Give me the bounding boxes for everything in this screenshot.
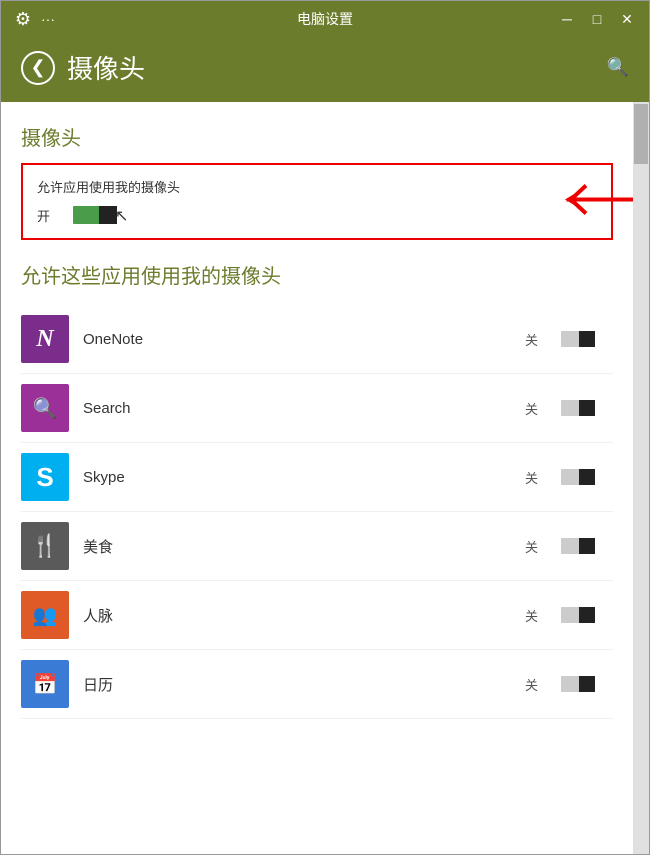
- skype-toggle[interactable]: [561, 467, 613, 487]
- people-toggle[interactable]: [561, 605, 613, 625]
- toggle-thumb: [579, 676, 595, 692]
- toggle-thumb: [579, 331, 595, 347]
- toggle-thumb: [99, 206, 117, 224]
- list-item: N OneNote 关: [21, 305, 613, 374]
- app-list: N OneNote 关 🔍 Search 关: [21, 305, 613, 719]
- title-bar-dots: ···: [41, 11, 55, 27]
- camera-toggle-box: 允许应用使用我的摄像头 开 ↖: [21, 163, 613, 240]
- header-left: ❮ 摄像头: [21, 49, 145, 86]
- app-window: ⚙ ··· 电脑设置 ─ □ ✕ ❮ 摄像头 🔍 摄像头 允许应用使用我的摄像头…: [0, 0, 650, 855]
- toggle-track: [561, 469, 595, 485]
- gear-icon: ⚙: [9, 5, 37, 33]
- toggle-thumb: [579, 538, 595, 554]
- toggle-track: [561, 538, 595, 554]
- app-status-people: 关: [525, 606, 545, 625]
- minimize-button[interactable]: ─: [553, 7, 581, 31]
- toggle-state-label: 开: [37, 206, 57, 225]
- app-status-food: 关: [525, 537, 545, 556]
- toggle-row: 开: [37, 204, 597, 226]
- app-name-food: 美食: [83, 536, 525, 557]
- close-button[interactable]: ✕: [613, 7, 641, 31]
- list-item: 🍴 美食 关: [21, 512, 613, 581]
- app-status-calendar: 关: [525, 675, 545, 694]
- toggle-track: [561, 676, 595, 692]
- back-button[interactable]: ❮: [21, 51, 55, 85]
- list-item: 🔍 Search 关: [21, 374, 613, 443]
- toggle-track: [561, 607, 595, 623]
- scrollbar-track[interactable]: [633, 102, 649, 854]
- app-status-onenote: 关: [525, 330, 545, 349]
- window-title: 电脑设置: [297, 9, 353, 29]
- content-scroll: 摄像头 允许应用使用我的摄像头 开 ↖: [1, 102, 633, 854]
- toggle-thumb: [579, 607, 595, 623]
- search-app-icon: 🔍: [21, 384, 69, 432]
- camera-section-title: 摄像头: [21, 122, 613, 151]
- toggle-box-label: 允许应用使用我的摄像头: [37, 177, 597, 196]
- list-item: 📅 日历 关: [21, 650, 613, 719]
- toggle-thumb: [579, 469, 595, 485]
- search-toggle[interactable]: [561, 398, 613, 418]
- app-name-search: Search: [83, 400, 525, 417]
- apps-section-title: 允许这些应用使用我的摄像头: [21, 260, 613, 289]
- app-name-people: 人脉: [83, 605, 525, 626]
- app-name-skype: Skype: [83, 469, 525, 486]
- page-header: ❮ 摄像头 🔍: [1, 37, 649, 102]
- list-item: S Skype 关: [21, 443, 613, 512]
- page-title: 摄像头: [67, 49, 145, 86]
- window-controls: ─ □ ✕: [553, 7, 641, 31]
- app-status-skype: 关: [525, 468, 545, 487]
- toggle-track: [561, 331, 595, 347]
- food-toggle[interactable]: [561, 536, 613, 556]
- toggle-thumb: [579, 400, 595, 416]
- skype-icon: S: [21, 453, 69, 501]
- calendar-icon: 📅: [21, 660, 69, 708]
- calendar-toggle[interactable]: [561, 674, 613, 694]
- people-icon: 👥: [21, 591, 69, 639]
- scrollbar-thumb[interactable]: [634, 104, 648, 164]
- toggle-track: [73, 206, 117, 224]
- app-status-search: 关: [525, 399, 545, 418]
- search-icon[interactable]: 🔍: [607, 57, 629, 78]
- camera-toggle-switch[interactable]: [73, 204, 133, 226]
- app-name-onenote: OneNote: [83, 331, 525, 348]
- content-area: 摄像头 允许应用使用我的摄像头 开 ↖: [1, 102, 649, 854]
- red-arrow: [551, 177, 633, 226]
- food-icon: 🍴: [21, 522, 69, 570]
- list-item: 👥 人脉 关: [21, 581, 613, 650]
- title-bar: ⚙ ··· 电脑设置 ─ □ ✕: [1, 1, 649, 37]
- app-name-calendar: 日历: [83, 674, 525, 695]
- onenote-icon: N: [21, 315, 69, 363]
- toggle-track: [561, 400, 595, 416]
- restore-button[interactable]: □: [583, 7, 611, 31]
- onenote-toggle[interactable]: [561, 329, 613, 349]
